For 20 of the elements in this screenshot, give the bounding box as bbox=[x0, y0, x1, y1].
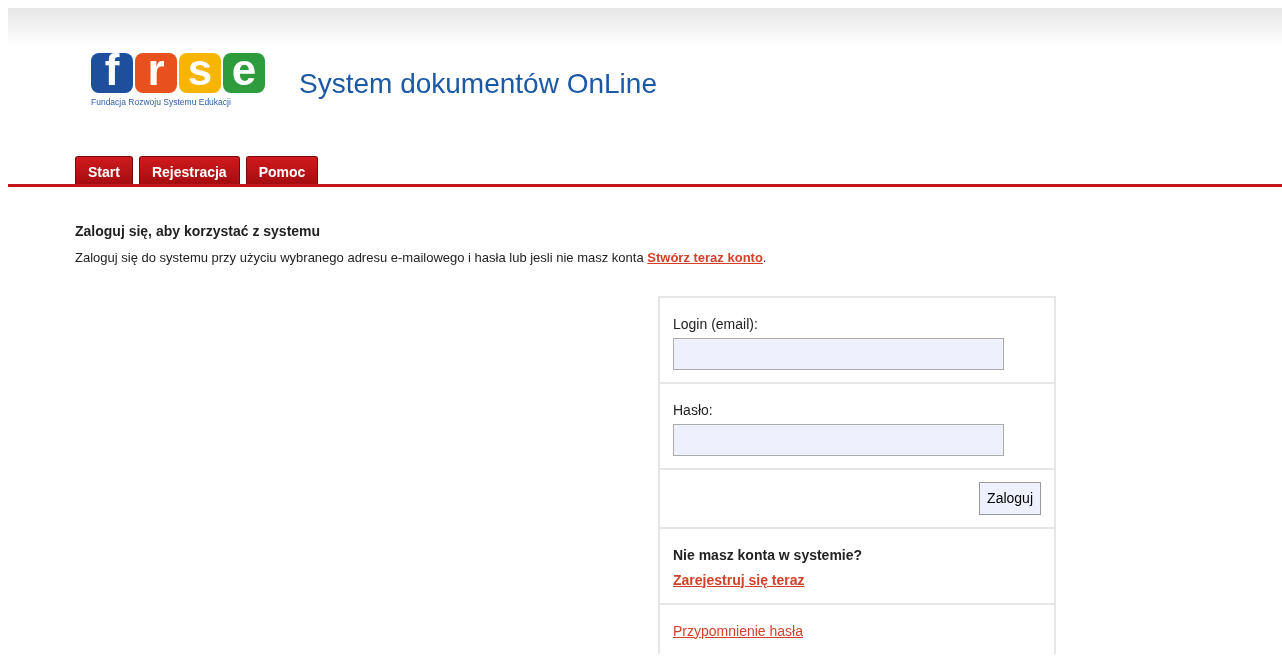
input-field[interactable] bbox=[673, 337, 1004, 370]
logo-letter: s bbox=[179, 53, 221, 93]
logo-tagline: Fundacja Rozwoju Systemu Edukacji bbox=[91, 96, 232, 109]
password-reminder-link[interactable]: Przypomnienie hasła bbox=[673, 622, 803, 639]
register-link[interactable]: Zarejestruj się teraz bbox=[673, 571, 805, 588]
no-account-text: Nie masz konta w systemie? bbox=[673, 545, 864, 565]
logo-letter: e bbox=[223, 53, 265, 93]
create-account-link[interactable]: Stwórz teraz konto bbox=[647, 250, 763, 265]
field-label: Login (email): bbox=[673, 314, 759, 334]
intro-heading: Zaloguj się, aby korzystać z systemu bbox=[75, 222, 322, 241]
site-title: System dokumentów OnLine bbox=[299, 67, 657, 101]
field-label: Hasło: bbox=[673, 400, 714, 420]
nav-tab[interactable]: Start bbox=[75, 156, 133, 184]
input-field[interactable] bbox=[673, 423, 1004, 456]
nav-tab[interactable]: Pomoc bbox=[245, 156, 319, 184]
login-button[interactable]: Zaloguj bbox=[979, 481, 1041, 515]
nav-tab[interactable]: Rejestracja bbox=[138, 156, 240, 184]
intro-text: Zaloguj się do systemu przy użyciu wybranego adresu e-mailowego i hasła lub jesli nie masz konta Stwórz teraz konto. bbox=[75, 249, 768, 267]
logo-letter: r bbox=[135, 53, 177, 93]
logo-letter: f bbox=[91, 53, 133, 93]
